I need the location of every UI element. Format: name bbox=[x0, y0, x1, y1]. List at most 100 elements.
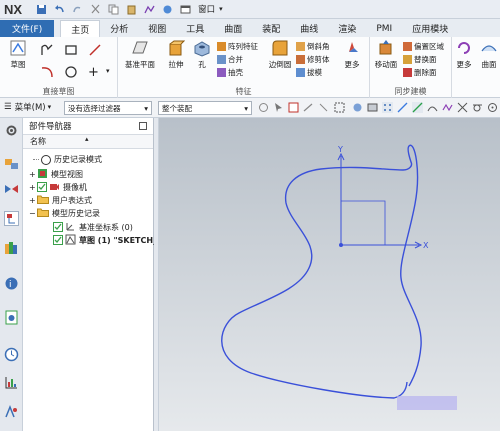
sketch-button[interactable]: 草图 bbox=[2, 39, 34, 70]
render-style-icon[interactable] bbox=[367, 102, 378, 113]
feature-more-button[interactable]: 更多 bbox=[338, 39, 366, 70]
circle-icon[interactable] bbox=[64, 65, 78, 79]
surface-button[interactable]: 曲面 bbox=[478, 39, 500, 70]
expand-icon[interactable]: + bbox=[29, 196, 37, 205]
hole-button[interactable]: 孔 bbox=[190, 39, 214, 70]
more-icon bbox=[455, 39, 473, 57]
offset-region-button[interactable]: 偏置区域 bbox=[403, 41, 444, 52]
cut-icon[interactable] bbox=[90, 4, 101, 15]
web-browser-icon[interactable]: i bbox=[4, 276, 19, 291]
undo-icon[interactable] bbox=[54, 4, 65, 15]
draft-button[interactable]: 拔模 bbox=[296, 67, 322, 78]
history-icon[interactable] bbox=[4, 310, 19, 325]
tree-item-cameras[interactable]: + 摄像机 bbox=[29, 181, 87, 194]
collapse-icon[interactable]: − bbox=[29, 209, 37, 218]
tree-item-sketch[interactable]: 草图 (1) "SKETCH_... bbox=[53, 234, 166, 247]
snap-tangent-icon[interactable] bbox=[472, 102, 483, 113]
snap-endpoint-icon[interactable] bbox=[397, 102, 408, 113]
hide-icon[interactable] bbox=[352, 102, 363, 113]
snap-point-icon[interactable] bbox=[258, 102, 269, 113]
arrow-icon[interactable] bbox=[303, 102, 314, 113]
filter-icon[interactable] bbox=[288, 102, 299, 113]
tab-applications[interactable]: 应用模块 bbox=[402, 20, 458, 37]
tab-curve[interactable]: 曲线 bbox=[290, 20, 328, 37]
point-icon[interactable]: + bbox=[88, 65, 99, 80]
window-icon[interactable] bbox=[180, 4, 191, 15]
rectangle-icon[interactable] bbox=[64, 43, 78, 57]
select-icon[interactable] bbox=[273, 102, 284, 113]
roles-icon[interactable] bbox=[4, 404, 19, 419]
tab-surface[interactable]: 曲面 bbox=[214, 20, 252, 37]
reuse-library-icon[interactable] bbox=[4, 240, 19, 255]
checkbox-icon[interactable] bbox=[53, 221, 63, 234]
replace-face-icon bbox=[403, 55, 412, 64]
snap-grid-icon[interactable] bbox=[382, 102, 393, 113]
part-navigator-icon[interactable] bbox=[4, 211, 19, 226]
tree-item-history-mode[interactable]: 历史记录模式 bbox=[33, 154, 102, 165]
hole-icon bbox=[193, 39, 211, 57]
clock-icon[interactable] bbox=[4, 347, 19, 362]
sync-more-button[interactable]: 更多 bbox=[452, 39, 476, 70]
tab-home[interactable]: 主页 bbox=[60, 20, 101, 37]
line-icon[interactable] bbox=[88, 43, 102, 57]
shell-button[interactable]: 抽壳 bbox=[217, 67, 243, 78]
gear-icon[interactable] bbox=[4, 123, 19, 138]
sketch-curve-icon[interactable] bbox=[144, 4, 155, 15]
selection-filter-dropdown[interactable]: 没有选择过滤器 ▾ bbox=[64, 101, 152, 115]
paste-icon[interactable] bbox=[126, 4, 137, 15]
snap-icon[interactable] bbox=[162, 4, 173, 15]
extrude-button[interactable]: 拉伸 bbox=[160, 39, 192, 70]
edge-blend-button[interactable]: 边倒圆 bbox=[264, 39, 296, 70]
graphics-viewport[interactable]: Y X bbox=[159, 118, 500, 431]
tab-analysis[interactable]: 分析 bbox=[100, 20, 138, 37]
tab-tools[interactable]: 工具 bbox=[176, 20, 214, 37]
delete-face-icon bbox=[403, 68, 412, 77]
save-icon[interactable] bbox=[36, 4, 47, 15]
expand-icon[interactable]: + bbox=[29, 183, 37, 192]
shell-icon bbox=[217, 68, 226, 77]
select-box-icon[interactable] bbox=[334, 102, 345, 113]
datum-plane-button[interactable]: 基准平面 bbox=[120, 39, 160, 70]
tree-item-model-views[interactable]: + 模型视图 bbox=[29, 168, 83, 181]
main-menu-button[interactable]: ☰ 菜单(M) ▾ bbox=[4, 101, 51, 113]
chevron-down-icon[interactable]: ▾ bbox=[219, 5, 223, 13]
more-dropdown-icon[interactable]: ▾ bbox=[106, 67, 110, 75]
snap-center-icon[interactable] bbox=[487, 102, 498, 113]
selection-scope-dropdown[interactable]: 整个装配 ▾ bbox=[158, 101, 252, 115]
copy-icon[interactable] bbox=[108, 4, 119, 15]
constraint-navigator-icon[interactable] bbox=[4, 182, 19, 197]
maximize-icon[interactable] bbox=[139, 122, 147, 130]
tree-item-model-history[interactable]: − 模型历史记录 bbox=[29, 207, 100, 219]
navigator-column-header[interactable]: 名称 ▴ bbox=[23, 135, 153, 149]
move-face-button[interactable]: 移动面 bbox=[370, 39, 402, 70]
tab-assembly[interactable]: 装配 bbox=[252, 20, 290, 37]
replace-face-button[interactable]: 替换面 bbox=[403, 54, 437, 65]
tab-pmi[interactable]: PMI bbox=[366, 20, 402, 37]
delete-face-button[interactable]: 删除面 bbox=[403, 67, 437, 78]
expand-icon[interactable]: + bbox=[29, 170, 37, 179]
snap-intersect-icon[interactable] bbox=[457, 102, 468, 113]
tab-view[interactable]: 视图 bbox=[138, 20, 176, 37]
chamfer-button[interactable]: 倒斜角 bbox=[296, 41, 330, 52]
arc-icon[interactable] bbox=[40, 65, 54, 79]
pattern-feature-button[interactable]: 阵列特征 bbox=[217, 41, 258, 52]
redo-icon[interactable] bbox=[72, 4, 83, 15]
system-materials-icon[interactable] bbox=[4, 375, 19, 390]
sketch-filter-icon[interactable] bbox=[318, 102, 329, 113]
trim-body-button[interactable]: 修剪体 bbox=[296, 54, 330, 65]
checkbox-icon[interactable] bbox=[37, 181, 47, 194]
snap-midpoint-icon[interactable] bbox=[412, 102, 423, 113]
profile-icon[interactable] bbox=[40, 43, 54, 57]
checkbox-icon[interactable] bbox=[53, 234, 63, 247]
tree-item-user-expressions[interactable]: + 用户表达式 bbox=[29, 194, 92, 206]
sketch-spline-curve[interactable] bbox=[221, 144, 422, 399]
snap-curve-icon[interactable] bbox=[427, 102, 438, 113]
tab-file[interactable]: 文件(F) bbox=[0, 20, 55, 37]
tree-item-datum-csys[interactable]: 基准坐标系 (0) bbox=[53, 221, 133, 234]
window-menu[interactable]: 窗口 bbox=[198, 3, 215, 15]
tab-render[interactable]: 渲染 bbox=[328, 20, 366, 37]
assembly-navigator-icon[interactable] bbox=[4, 156, 19, 171]
menu-icon: ☰ bbox=[4, 102, 12, 112]
snap-spline-icon[interactable] bbox=[442, 102, 453, 113]
unite-button[interactable]: 合并 bbox=[217, 54, 243, 65]
